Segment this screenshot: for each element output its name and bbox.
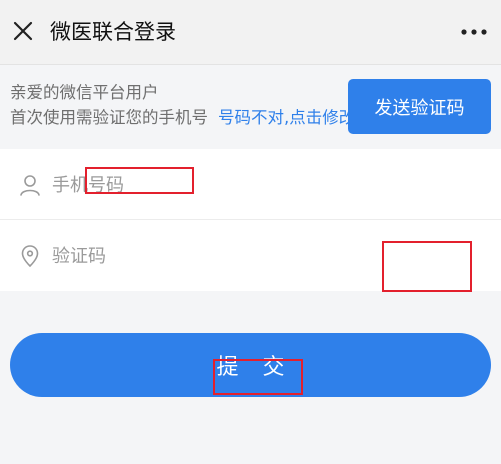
code-input[interactable]: [52, 238, 312, 274]
user-icon: [20, 175, 40, 196]
login-form: [0, 149, 501, 291]
phone-row: [0, 149, 501, 220]
verify-text: 首次使用需验证您的手机号: [10, 108, 208, 127]
more-dots-icon: [461, 29, 487, 35]
page-title: 微医联合登录: [50, 20, 176, 44]
more-button[interactable]: [457, 20, 491, 44]
phone-input[interactable]: [52, 167, 312, 203]
code-row: [0, 220, 501, 291]
submit-button[interactable]: 提交: [10, 333, 491, 397]
close-button[interactable]: [10, 18, 36, 44]
close-icon: [13, 21, 33, 41]
top-bar: 微医联合登录: [0, 0, 501, 65]
send-code-button[interactable]: 发送验证码: [348, 79, 491, 134]
location-pin-icon: [21, 245, 39, 268]
edit-phone-link[interactable]: 号码不对,点击修改: [218, 108, 355, 127]
